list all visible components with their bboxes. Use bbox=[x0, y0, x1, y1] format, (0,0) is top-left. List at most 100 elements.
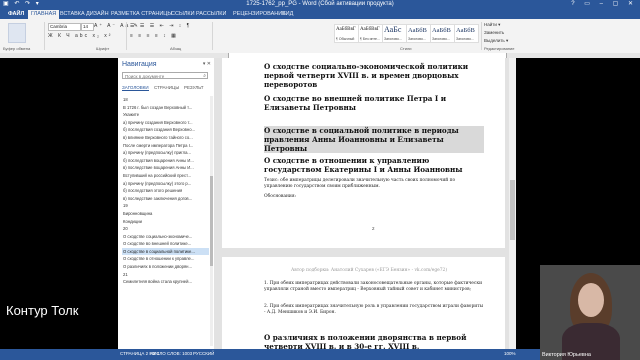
nav-heading-item[interactable]: 18 bbox=[122, 96, 209, 104]
style-heading-1[interactable]: АаБс Заголово... bbox=[382, 24, 407, 43]
ribbon-divider bbox=[481, 22, 482, 50]
ribbon-divider bbox=[126, 22, 127, 50]
group-editing-label: Редактирование bbox=[484, 46, 515, 51]
group-paragraph-label: Абзац bbox=[170, 46, 182, 51]
nav-tab-results[interactable]: РЕЗУЛЬТ bbox=[184, 85, 204, 90]
navigation-search-input[interactable]: Поиск в документе ⌕ bbox=[122, 72, 208, 79]
font-name-select[interactable]: Cambria bbox=[48, 23, 81, 31]
ribbon-divider bbox=[212, 22, 213, 50]
paragraph-align-buttons[interactable]: ≡ ≡ ≡ ≡ ↕ ▦ bbox=[130, 33, 178, 39]
page-header: Автор подборки: Анатолий Сухарев («ЕГЭ Б… bbox=[290, 268, 448, 273]
font-format-buttons[interactable]: Ж К Ч abc x₂ x² bbox=[48, 33, 112, 39]
nav-heading-item[interactable]: б) последствия этого решения bbox=[122, 187, 209, 195]
doc-heading: О сходстве в отношении к управлению госу… bbox=[264, 156, 463, 174]
tab-layout[interactable]: РАЗМЕТКА СТРАНИЦЫ bbox=[111, 11, 172, 17]
replace-button[interactable]: Заменить bbox=[484, 30, 504, 35]
ribbon: Буфер обмена Cambria 14 A⁺ A⁻ Aa ✎ Ж К Ч… bbox=[0, 19, 640, 54]
nav-heading-item[interactable]: а) причину создания Верховного т... bbox=[122, 119, 209, 127]
document-page[interactable]: О сходстве социально-экономической полит… bbox=[222, 58, 505, 248]
nav-heading-item[interactable]: в) влияние Верховного тайного со... bbox=[122, 134, 209, 142]
navigation-scroll-thumb[interactable] bbox=[210, 176, 213, 266]
document-page[interactable]: Автор подборки: Анатолий Сухарев («ЕГЭ Б… bbox=[222, 257, 505, 351]
webcam-overlay: Виктория Юрьевна bbox=[540, 265, 640, 360]
person-face bbox=[578, 283, 604, 317]
title-bar: ▣ ↶ ↷ ▾ 1725-1762_pp_PG - Word (Сбой акт… bbox=[0, 0, 640, 9]
tab-mailings[interactable]: РАССЫЛКИ bbox=[196, 11, 226, 17]
nav-heading-item[interactable]: Укажите bbox=[122, 111, 209, 119]
doc-reasons-label: Обоснования: bbox=[264, 194, 297, 199]
nav-heading-item-selected[interactable]: О сходстве в социальной политике... bbox=[122, 247, 209, 256]
paragraph-list-buttons[interactable]: ☰ ☰ ☰ ⇤ ⇥ ↕ ¶ bbox=[130, 23, 191, 29]
nav-heading-item[interactable]: В 1726 г. был создан Верховный т... bbox=[122, 104, 209, 112]
nav-heading-item[interactable]: б) последствия создания Верховно... bbox=[122, 126, 209, 134]
style-name: Заголово... bbox=[456, 37, 474, 41]
doc-paragraph: 2. При обеих императрицах значительную р… bbox=[264, 304, 484, 315]
nav-heading-item[interactable]: Биронновщина bbox=[122, 210, 209, 218]
nav-heading-item[interactable]: а) причину (предпосылку) этого р... bbox=[122, 180, 209, 188]
style-heading-4[interactable]: АаБбВ Заголово... bbox=[454, 24, 479, 43]
nav-tab-headings[interactable]: ЗАГОЛОВКИ bbox=[122, 85, 149, 91]
window-controls[interactable]: ? ▭ – ▢ ✕ bbox=[571, 0, 637, 7]
font-size-select[interactable]: 14 bbox=[81, 23, 94, 31]
doc-heading-selected: О сходстве в социальной политике в перио… bbox=[264, 126, 484, 153]
style-sample: АаБбВвГ bbox=[360, 27, 380, 32]
style-heading-3[interactable]: АаБбВ Заголово... bbox=[430, 24, 455, 43]
status-zoom[interactable]: 100% bbox=[504, 351, 516, 356]
style-name: Заголово... bbox=[384, 37, 402, 41]
watermark-logo: Контур Толк bbox=[6, 303, 79, 318]
nav-heading-item[interactable]: Вступивший на российский прест... bbox=[122, 172, 209, 180]
select-button[interactable]: Выделить ▾ bbox=[484, 38, 508, 44]
nav-heading-item[interactable]: в) последствие заключения догов... bbox=[122, 195, 209, 203]
nav-heading-item[interactable]: О сходстве социально-экономиче... bbox=[122, 233, 209, 241]
style-name: ¶ Обычный bbox=[336, 37, 355, 41]
vertical-scroll-thumb[interactable] bbox=[510, 180, 515, 240]
window-title: 1725-1762_pp_PG - Word (Сбой активации п… bbox=[246, 1, 394, 7]
ribbon-divider bbox=[44, 22, 45, 50]
nav-heading-item[interactable]: в) последствие воцарения Анны И... bbox=[122, 164, 209, 172]
webcam-name-label: Виктория Юрьевна bbox=[542, 352, 591, 358]
tab-home[interactable]: ГЛАВНАЯ bbox=[28, 10, 60, 19]
style-no-spacing[interactable]: АаБбВвГ ¶ Без инте... bbox=[358, 24, 383, 43]
doc-heading: О сходстве во внешней политике Петра I и… bbox=[264, 94, 447, 112]
style-name: Заголово... bbox=[408, 37, 426, 41]
style-sample: АаБбВвГ bbox=[336, 27, 356, 32]
navigation-tabs: ЗАГОЛОВКИ СТРАНИЦЫ РЕЗУЛЬТ bbox=[122, 85, 210, 91]
group-font-label: Шрифт bbox=[96, 46, 110, 51]
nav-heading-item[interactable]: а) причину (предпосылку) пригла... bbox=[122, 149, 209, 157]
nav-heading-item[interactable]: О различиях в положении дворян... bbox=[122, 263, 209, 271]
tab-design[interactable]: ДИЗАЙН bbox=[86, 11, 109, 17]
nav-heading-item[interactable]: Кондиции bbox=[122, 218, 209, 226]
navigation-close-button[interactable]: ▾ ✕ bbox=[203, 61, 211, 67]
status-word-count[interactable]: ЧИСЛО СЛОВ: 1003 bbox=[150, 351, 192, 356]
doc-heading: О сходстве социально-экономической полит… bbox=[264, 62, 469, 89]
style-normal[interactable]: АаБбВвГ ¶ Обычный bbox=[334, 24, 359, 43]
nav-heading-item[interactable]: 19 bbox=[122, 202, 209, 210]
paste-button[interactable] bbox=[8, 23, 26, 43]
style-name: Заголово... bbox=[432, 37, 450, 41]
nav-heading-item[interactable]: 20 bbox=[122, 225, 209, 233]
nav-heading-item[interactable]: 21 bbox=[122, 271, 209, 279]
tab-review[interactable]: РЕЦЕНЗИРОВАНИЕ bbox=[233, 11, 286, 17]
doc-thesis: Тезис: обе императрицы делегировали знач… bbox=[264, 178, 456, 189]
style-sample: АаБбВ bbox=[432, 27, 451, 34]
group-clipboard-label: Буфер обмена bbox=[3, 46, 31, 51]
style-heading-2[interactable]: АаБбВ Заголово... bbox=[406, 24, 431, 43]
style-name: ¶ Без инте... bbox=[360, 37, 380, 41]
group-styles-label: Стили bbox=[400, 46, 412, 51]
tab-view[interactable]: ВИД bbox=[282, 11, 293, 17]
nav-heading-item[interactable]: После смерти императора Петра I... bbox=[122, 142, 209, 150]
status-language[interactable]: РУССКИЙ bbox=[193, 351, 214, 356]
nav-heading-item[interactable]: О сходстве в отношении к управле... bbox=[122, 255, 209, 263]
doc-paragraph: 1. При обеих императрицах действовали за… bbox=[264, 281, 483, 292]
nav-tab-pages[interactable]: СТРАНИЦЫ bbox=[154, 85, 179, 90]
tab-insert[interactable]: ВСТАВКА bbox=[60, 11, 85, 17]
nav-heading-item[interactable]: б) последствия воцарения Анны И... bbox=[122, 157, 209, 165]
search-icon[interactable]: ⌕ bbox=[203, 73, 206, 80]
find-button[interactable]: Найти ▾ bbox=[484, 22, 500, 28]
tab-references[interactable]: ССЫЛКИ bbox=[171, 11, 195, 17]
style-sample: АаБс bbox=[384, 25, 402, 34]
search-placeholder: Поиск в документе bbox=[125, 74, 165, 79]
tab-file[interactable]: ФАЙЛ bbox=[4, 10, 29, 19]
nav-heading-item[interactable]: Семилетняя война стала крупней... bbox=[122, 278, 209, 286]
nav-heading-item[interactable]: О сходстве во внешней политике... bbox=[122, 240, 209, 248]
